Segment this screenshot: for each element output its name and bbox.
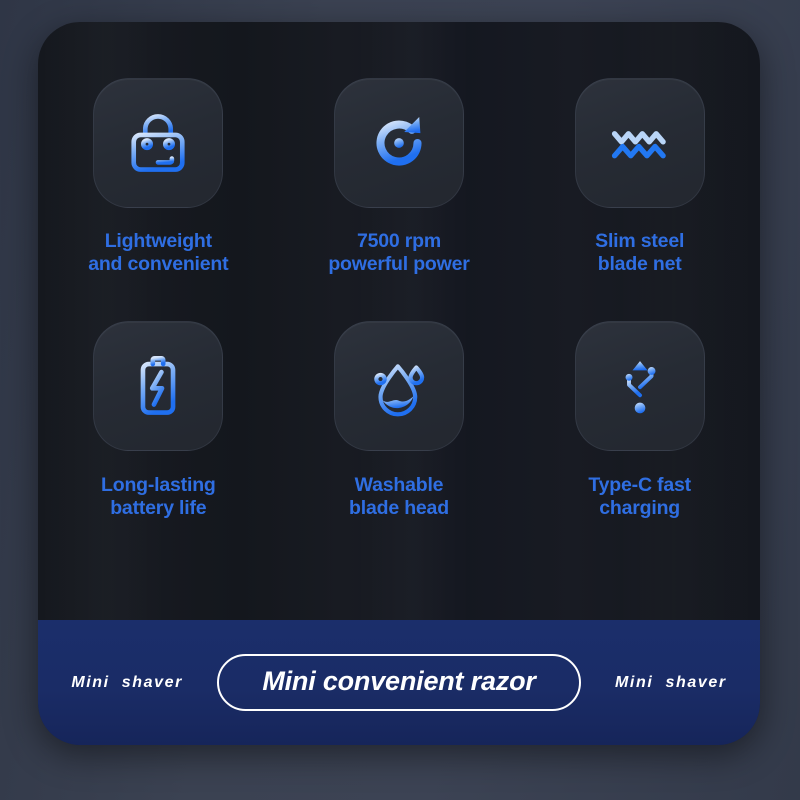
shopping-bag-icon <box>121 106 195 180</box>
rotate-refresh-icon <box>362 106 436 180</box>
feature-label: Washable blade head <box>349 474 449 519</box>
icon-tile <box>93 321 224 452</box>
feature-label: Slim steel blade net <box>595 230 685 275</box>
app-frame: Lightweight and convenient 7500 rpm powe… <box>0 0 800 800</box>
water-drop-icon <box>362 349 436 423</box>
feature-card: Lightweight and convenient 7500 rpm powe… <box>38 22 760 745</box>
zigzag-blade-net-icon <box>603 106 677 180</box>
feature-item-blade-net[interactable]: Slim steel blade net <box>519 78 760 275</box>
feature-label: Lightweight and convenient <box>88 230 229 275</box>
icon-tile <box>574 321 705 452</box>
icon-tile <box>93 78 224 208</box>
icon-tile <box>574 78 705 208</box>
feature-label: Long-lasting battery life <box>101 474 216 519</box>
feature-item-battery[interactable]: Long-lasting battery life <box>38 321 279 519</box>
banner-left-text: Mini shaver <box>71 673 183 691</box>
banner-right-text: Mini shaver <box>615 673 727 691</box>
feature-item-rpm[interactable]: 7500 rpm powerful power <box>279 78 520 275</box>
banner-pill-label: Mini convenient razor <box>262 666 536 696</box>
icon-tile <box>333 321 464 452</box>
banner-pill-button[interactable]: Mini convenient razor <box>217 654 581 711</box>
battery-charge-icon <box>121 349 195 423</box>
feature-item-lightweight[interactable]: Lightweight and convenient <box>38 78 279 275</box>
footer-banner: Mini shaver Mini convenient razor Mini s… <box>38 620 760 745</box>
features-grid: Lightweight and convenient 7500 rpm powe… <box>38 78 760 519</box>
feature-label: Type-C fast charging <box>588 474 691 519</box>
feature-label: 7500 rpm powerful power <box>328 230 470 275</box>
icon-tile <box>333 78 464 208</box>
usb-icon <box>603 349 677 423</box>
feature-item-typec[interactable]: Type-C fast charging <box>519 321 760 519</box>
feature-item-washable[interactable]: Washable blade head <box>279 321 520 519</box>
